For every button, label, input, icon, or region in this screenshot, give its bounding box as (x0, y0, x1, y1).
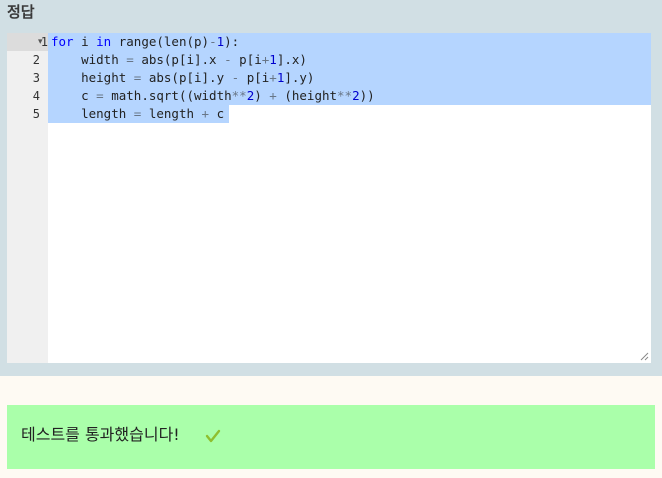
line-number: 5 (32, 107, 40, 121)
line-number-gutter: 1 ▾ 2 3 4 5 (7, 33, 48, 363)
code-line[interactable]: c = math.sqrt((width**2) + (height**2)) (48, 87, 375, 105)
test-result-message: 테스트를 통과했습니다! (21, 425, 180, 444)
line-number: 4 (32, 89, 40, 103)
check-icon (205, 429, 221, 443)
code-line[interactable]: length = length + c (48, 105, 224, 123)
code-text-area[interactable]: for i in range(len(p)-1): width = abs(p[… (48, 33, 651, 363)
section-divider (0, 376, 662, 392)
resize-handle-icon[interactable] (639, 351, 649, 361)
test-result-banner: 테스트를 통과했습니다! (7, 405, 655, 469)
fold-arrow-icon[interactable]: ▾ (38, 33, 43, 51)
answer-panel: 정답 1 ▾ 2 3 4 5 for i in range(len(p)-1):… (0, 0, 662, 376)
line-number: 3 (32, 71, 40, 85)
answer-title: 정답 (7, 3, 35, 21)
code-line[interactable]: for i in range(len(p)-1): (48, 33, 239, 51)
code-editor[interactable]: 1 ▾ 2 3 4 5 for i in range(len(p)-1): wi… (7, 33, 651, 363)
line-number: 2 (32, 53, 40, 67)
code-line[interactable]: height = abs(p[i].y - p[i+1].y) (48, 69, 314, 87)
code-line[interactable]: width = abs(p[i].x - p[i+1].x) (48, 51, 307, 69)
